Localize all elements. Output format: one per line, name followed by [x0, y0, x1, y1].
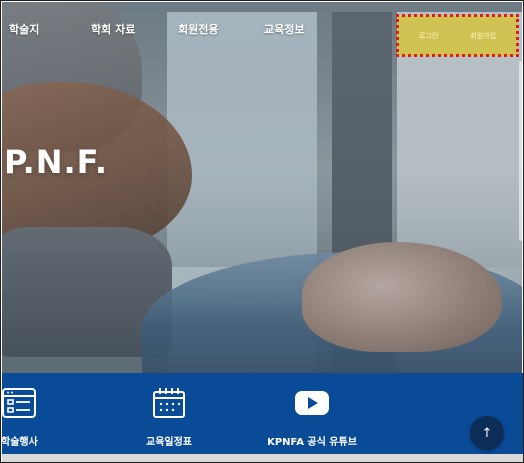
quick-menu-education-schedule[interactable]: 교육일정표 — [137, 387, 201, 448]
bottom-strip — [2, 454, 523, 462]
page-scrollbar[interactable] — [519, 61, 522, 241]
quick-menu-label: 교육일정표 — [146, 437, 192, 448]
scroll-to-top-button[interactable]: ↑ — [470, 416, 504, 450]
hero-title: P.N.F. — [4, 143, 108, 181]
nav-item-education-info[interactable]: 교육정보 — [264, 21, 304, 37]
youtube-icon — [293, 387, 331, 423]
nav-item-resources[interactable]: 학회 자료 — [91, 21, 135, 37]
quick-menu-label: KPNFA 공식 유튜브 — [267, 437, 357, 448]
quick-menu-academic-events[interactable]: 학술행사 — [1, 387, 51, 448]
hero-photo-patient-head — [302, 242, 502, 352]
page-frame: 학술지 학회 자료 회원전용 교육정보 로그인 회원가입 P.N.F. 학술행사… — [0, 0, 524, 463]
auth-links: 로그인 회원가입 — [396, 14, 519, 57]
login-link[interactable]: 로그인 — [419, 31, 438, 41]
quick-menu-label: 학술행사 — [1, 437, 38, 448]
nav-item-members-only[interactable]: 회원전용 — [178, 21, 218, 37]
academic-event-icon — [1, 387, 37, 423]
calendar-icon — [151, 387, 187, 423]
quick-menu-youtube[interactable]: KPNFA 공식 유튜브 — [267, 387, 357, 448]
nav-item-journal[interactable]: 학술지 — [9, 21, 39, 37]
hero-banner — [2, 2, 522, 373]
arrow-up-icon: ↑ — [481, 425, 493, 441]
quick-menu: 학술행사 교육일정표 KPNFA 공식 유튜브 — [1, 373, 523, 454]
signup-link[interactable]: 회원가입 — [470, 31, 496, 41]
